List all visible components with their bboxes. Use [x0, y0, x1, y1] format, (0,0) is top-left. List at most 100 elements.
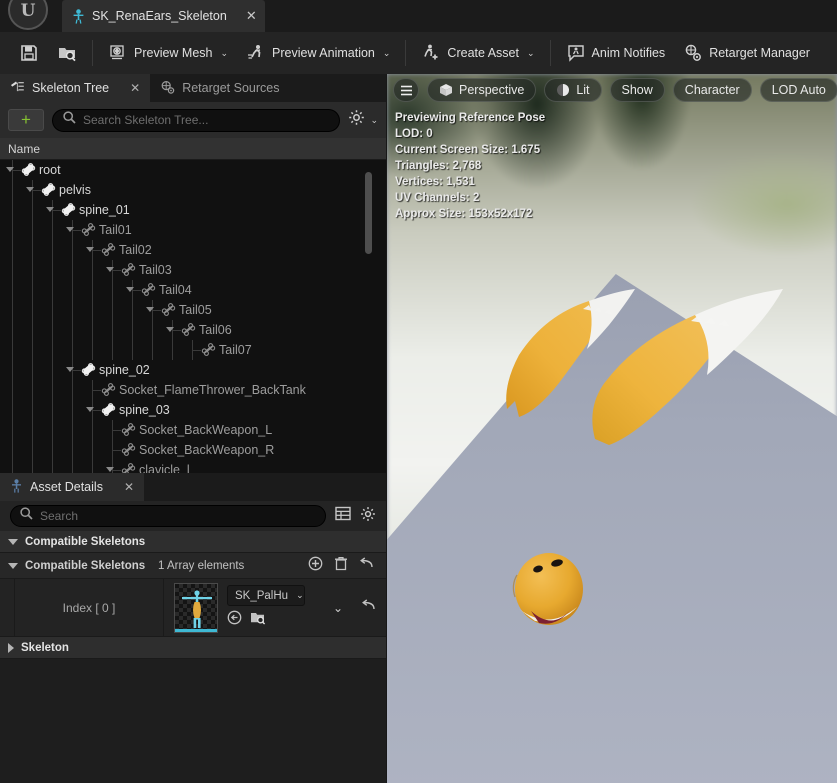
- retarget-icon: [683, 43, 703, 63]
- close-icon[interactable]: ✕: [246, 8, 257, 24]
- unreal-logo-icon[interactable]: U: [8, 0, 48, 30]
- search-skeleton-tree-input[interactable]: Search Skeleton Tree...: [52, 108, 341, 132]
- tree-item-tail04[interactable]: Tail04: [0, 280, 386, 300]
- tree-item-label: Socket_BackWeapon_R: [139, 443, 275, 457]
- tree-expander-icon[interactable]: [6, 167, 14, 172]
- tree-guide-line: [72, 320, 73, 340]
- asset-picker-combo[interactable]: SK_PalHu ⌄: [227, 585, 305, 606]
- view-lod[interactable]: LOD Auto: [759, 78, 837, 102]
- tree-guide-line: [12, 200, 13, 220]
- preview-animation-button[interactable]: Preview Animation ⌄: [237, 36, 399, 70]
- tree-guide-line: [12, 360, 13, 380]
- category-compatible-skeletons[interactable]: Compatible Skeletons: [0, 531, 386, 553]
- tree-item-pelvis[interactable]: pelvis: [0, 180, 386, 200]
- asset-thumbnail[interactable]: [174, 582, 218, 633]
- anim-notifies-button[interactable]: Anim Notifies: [557, 36, 675, 70]
- tree-guide-elbow: [112, 450, 121, 451]
- tree-expander-icon[interactable]: [26, 187, 34, 192]
- category-skeleton[interactable]: Skeleton: [0, 637, 386, 659]
- tab-asset-details[interactable]: Asset Details ✕: [0, 473, 145, 501]
- asset-tab-skeleton[interactable]: SK_RenaEars_Skeleton ✕: [62, 0, 265, 32]
- tree-item-tail06[interactable]: Tail06: [0, 320, 386, 340]
- hamburger-icon: [400, 85, 413, 96]
- tree-item-tail02[interactable]: Tail02: [0, 240, 386, 260]
- tree-guide-line: [12, 220, 13, 240]
- tree-item-label: Socket_BackWeapon_L: [139, 423, 273, 437]
- tree-expander-icon[interactable]: [166, 327, 174, 332]
- tree-guide-line: [32, 260, 33, 280]
- view-perspective-label: Perspective: [459, 83, 525, 97]
- tree-item-socket_flamethrower_backtank[interactable]: Socket_FlameThrower_BackTank: [0, 380, 386, 400]
- tree-item-tail01[interactable]: Tail01: [0, 220, 386, 240]
- save-button[interactable]: [10, 36, 48, 70]
- tree-guide-line: [52, 400, 53, 420]
- bone-icon: [181, 322, 196, 340]
- tree-guide-line: [52, 360, 53, 380]
- view-lit[interactable]: Lit: [544, 78, 602, 102]
- bone-icon: [201, 342, 216, 360]
- skeleton-tree-scrollbar[interactable]: [365, 172, 372, 254]
- browse-button[interactable]: [48, 36, 86, 70]
- tree-item-spine_03[interactable]: spine_03: [0, 400, 386, 420]
- tree-item-root[interactable]: root: [0, 160, 386, 180]
- revert-arrow-icon[interactable]: [359, 556, 374, 575]
- details-search-input[interactable]: Search: [10, 505, 326, 527]
- close-icon[interactable]: ✕: [130, 81, 140, 95]
- tree-guide-line: [92, 300, 93, 320]
- tree-item-socket_backweapon_r[interactable]: Socket_BackWeapon_R: [0, 440, 386, 460]
- tree-expander-icon[interactable]: [146, 307, 154, 312]
- close-icon[interactable]: ✕: [124, 480, 134, 494]
- tree-expander-icon[interactable]: [106, 267, 114, 272]
- retarget-manager-button[interactable]: Retarget Manager: [674, 36, 819, 70]
- tree-guide-line: [92, 260, 93, 280]
- tree-guide-line: [92, 280, 93, 300]
- tree-expander-icon[interactable]: [66, 227, 74, 232]
- preview-viewport[interactable]: PerspectiveLitShowCharacterLOD Auto⌄ Pre…: [387, 74, 837, 783]
- tree-expander-icon[interactable]: [46, 207, 54, 212]
- view-perspective[interactable]: Perspective: [427, 78, 537, 102]
- viewport-menu[interactable]: [393, 78, 419, 102]
- tab-skeleton-tree[interactable]: Skeleton Tree ✕: [0, 74, 151, 102]
- browse-asset-icon[interactable]: [227, 610, 242, 630]
- tree-guide-line: [32, 360, 33, 380]
- tree-item-tail05[interactable]: Tail05: [0, 300, 386, 320]
- skeleton-tree-settings-button[interactable]: ⌄: [348, 109, 378, 131]
- revert-arrow-icon[interactable]: [361, 598, 376, 617]
- tree-item-spine_02[interactable]: spine_02: [0, 360, 386, 380]
- tree-guide-line: [152, 320, 153, 340]
- tree-expander-icon[interactable]: [86, 247, 94, 252]
- tree-guide-line: [52, 300, 53, 320]
- trash-icon[interactable]: [334, 556, 348, 576]
- skeleton-tree-toolbar: + Search Skeleton Tree... ⌄: [0, 102, 386, 138]
- tree-guide-line: [32, 420, 33, 440]
- property-name-cell[interactable]: Compatible Skeletons: [0, 560, 150, 572]
- tab-retarget-sources[interactable]: Retarget Sources: [150, 74, 289, 102]
- tree-guide-line: [52, 340, 53, 360]
- tree-guide-line: [72, 280, 73, 300]
- view-character[interactable]: Character: [672, 78, 752, 102]
- tree-item-spine_01[interactable]: spine_01: [0, 200, 386, 220]
- chevron-right-icon: [8, 642, 14, 653]
- view-show[interactable]: Show: [609, 78, 665, 102]
- tree-item-tail03[interactable]: Tail03: [0, 260, 386, 280]
- find-in-content-browser-icon[interactable]: [250, 610, 266, 630]
- plus-circle-icon[interactable]: [308, 556, 323, 576]
- create-asset-button[interactable]: Create Asset ⌄: [412, 36, 543, 70]
- tree-item-label: Tail03: [139, 263, 172, 277]
- add-bone-button[interactable]: +: [8, 109, 44, 131]
- column-view-icon[interactable]: [335, 506, 351, 526]
- gear-icon[interactable]: [360, 506, 376, 527]
- tree-item-socket_backweapon_l[interactable]: Socket_BackWeapon_L: [0, 420, 386, 440]
- tree-expander-icon[interactable]: [126, 287, 134, 292]
- tree-guide-line: [12, 180, 13, 200]
- tree-item-label: root: [39, 163, 61, 177]
- tree-expander-icon[interactable]: [86, 407, 94, 412]
- retarget-manager-label: Retarget Manager: [709, 46, 810, 60]
- tree-item-tail07[interactable]: Tail07: [0, 340, 386, 360]
- tree-expander-icon[interactable]: [106, 467, 114, 472]
- chevron-down-icon[interactable]: ⌄: [333, 601, 343, 615]
- tree-expander-icon[interactable]: [66, 367, 74, 372]
- chevron-down-icon: [8, 538, 18, 545]
- details-search-placeholder: Search: [40, 509, 79, 523]
- preview-mesh-button[interactable]: Preview Mesh ⌄: [99, 36, 237, 70]
